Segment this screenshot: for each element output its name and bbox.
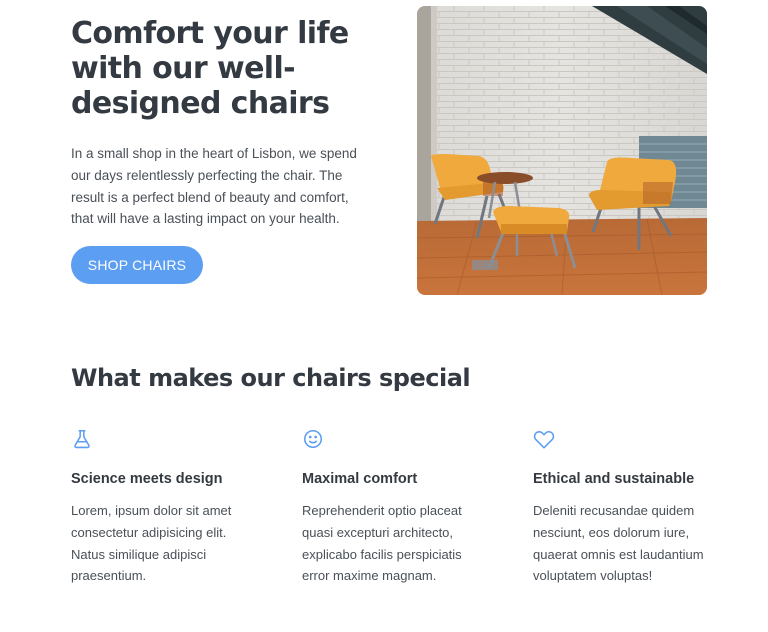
feature-science: Science meets design Lorem, ipsum dolor … bbox=[71, 428, 261, 587]
hero-image bbox=[417, 6, 707, 295]
feature-comfort: Maximal comfort Reprehenderit optio plac… bbox=[302, 428, 492, 587]
hero-description: In a small shop in the heart of Lisbon, … bbox=[71, 146, 357, 227]
feature-description: Reprehenderit optio placeat quasi except… bbox=[302, 503, 462, 584]
feature-title: Science meets design bbox=[71, 471, 223, 487]
shop-chairs-button[interactable]: SHOP CHAIRS bbox=[71, 246, 203, 284]
feature-ethical: Ethical and sustainable Deleniti recusan… bbox=[533, 428, 723, 587]
feature-title: Ethical and sustainable bbox=[533, 471, 695, 487]
hero-title: Comfort your life with our well-designed… bbox=[71, 16, 349, 121]
features-title: What makes our chairs special bbox=[71, 364, 471, 392]
feature-title: Maximal comfort bbox=[302, 471, 418, 487]
feature-description: Deleniti recusandae quidem nesciunt, eos… bbox=[533, 503, 704, 584]
smiley-icon bbox=[303, 429, 323, 449]
feature-description: Lorem, ipsum dolor sit amet consectetur … bbox=[71, 503, 232, 584]
landing-page: Comfort your life with our well-designed… bbox=[0, 0, 768, 632]
heart-icon bbox=[533, 431, 555, 449]
flask-icon bbox=[74, 429, 90, 449]
